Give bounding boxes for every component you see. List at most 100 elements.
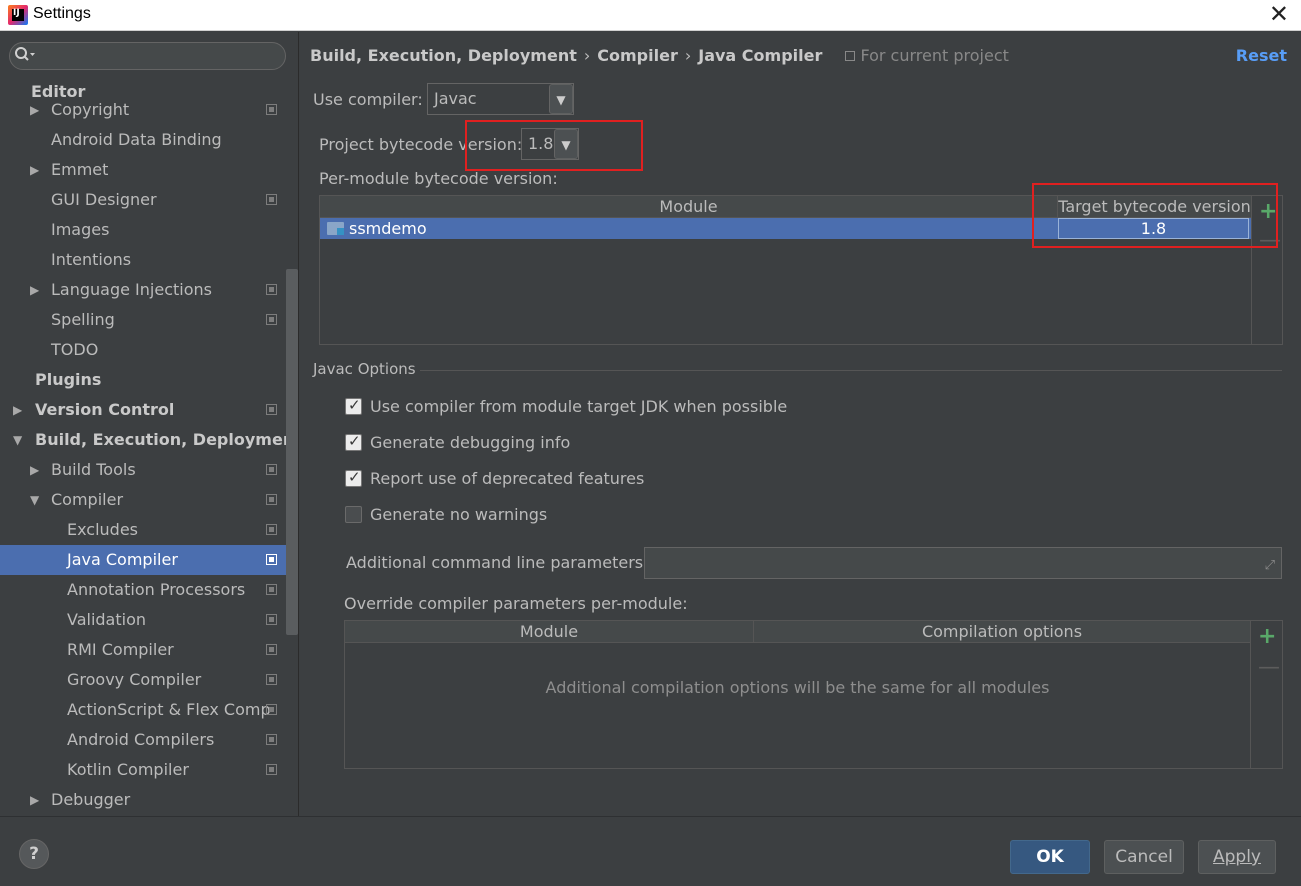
project-scope-icon: [266, 284, 277, 295]
checkbox-label: Generate no warnings: [370, 505, 548, 524]
checkbox-icon[interactable]: ✓: [345, 468, 362, 487]
checkbox-no-warnings[interactable]: Generate no warnings: [345, 505, 547, 527]
sidebar-item-version-control[interactable]: ▶ Version Control: [0, 395, 298, 425]
sidebar-item-build-tools[interactable]: ▶ Build Tools: [0, 455, 298, 485]
sidebar-item-label: RMI Compiler: [67, 640, 174, 659]
override-params-table[interactable]: Module Compilation options Additional co…: [344, 620, 1283, 769]
sidebar-item-kotlin-compiler[interactable]: Kotlin Compiler: [0, 755, 298, 785]
sidebar-item-label: Groovy Compiler: [67, 670, 202, 689]
sidebar-item-groovy-compiler[interactable]: Groovy Compiler: [0, 665, 298, 695]
sidebar-item-rmi-compiler[interactable]: RMI Compiler: [0, 635, 298, 665]
sidebar-scrollbar[interactable]: [286, 269, 298, 635]
sidebar-item-excludes[interactable]: Excludes: [0, 515, 298, 545]
sidebar-item-label: Language Injections: [51, 280, 212, 299]
ok-button[interactable]: OK: [1010, 840, 1090, 874]
column-header-module[interactable]: Module: [320, 196, 1057, 218]
sidebar-item-build-execution-deployment[interactable]: ▼ Build, Execution, Deployment: [0, 425, 299, 455]
sidebar-item-images[interactable]: Images: [0, 215, 298, 245]
window-title: Settings: [33, 5, 91, 22]
checkbox-icon[interactable]: [345, 506, 362, 523]
search-icon: [14, 45, 36, 69]
checkbox-icon[interactable]: ✓: [345, 396, 362, 415]
breadcrumb-separator: ›: [684, 46, 692, 65]
project-scope-icon: [266, 554, 277, 565]
javac-options-title: Javac Options: [313, 360, 416, 378]
collapse-arrow-icon[interactable]: ▼: [30, 485, 39, 515]
column-header-module[interactable]: Module: [345, 621, 753, 643]
reset-link[interactable]: Reset: [1236, 46, 1287, 65]
title-bar: IJ Settings ✕: [0, 0, 1301, 31]
checkbox-icon[interactable]: ✓: [345, 432, 362, 451]
sidebar-item-language-injections[interactable]: ▶ Language Injections: [0, 275, 298, 305]
sidebar-item-label: Build, Execution, Deployment: [35, 430, 299, 449]
sidebar-item-label: Kotlin Compiler: [67, 760, 189, 779]
additional-params-field[interactable]: ⤢: [644, 547, 1282, 579]
sidebar-item-plugins[interactable]: Plugins: [0, 365, 298, 395]
expand-arrow-icon[interactable]: ▶: [30, 155, 39, 185]
sidebar-item-label: GUI Designer: [51, 190, 157, 209]
sidebar-item-label: TODO: [51, 340, 99, 359]
search-input[interactable]: [44, 46, 274, 66]
sidebar-item-label: ActionScript & Flex Comp: [67, 700, 271, 719]
expand-arrow-icon[interactable]: ▶: [30, 275, 39, 305]
checkbox-use-module-jdk[interactable]: ✓ Use compiler from module target JDK whe…: [345, 396, 788, 419]
sidebar-item-android-data-binding[interactable]: Android Data Binding: [0, 125, 298, 155]
checkbox-generate-debug-info[interactable]: ✓ Generate debugging info: [345, 432, 571, 455]
add-override-icon[interactable]: +: [1258, 624, 1276, 649]
sidebar-item-label: Android Compilers: [67, 730, 215, 749]
remove-override-icon[interactable]: —: [1258, 655, 1280, 680]
project-scope-icon: [266, 194, 277, 205]
sidebar-item-label: Build Tools: [51, 460, 136, 479]
module-name: ssmdemo: [349, 219, 427, 238]
project-scope-icon: [266, 464, 277, 475]
use-compiler-select[interactable]: Javac ▼: [427, 83, 574, 115]
sidebar-item-label: Intentions: [51, 250, 132, 269]
help-button[interactable]: ?: [19, 839, 49, 869]
sidebar-item-emmet[interactable]: ▶ Emmet: [0, 155, 298, 185]
group-divider: [420, 370, 1282, 371]
project-scope-icon: [266, 524, 277, 535]
breadcrumb: Build, Execution, Deployment › Compiler › Ja…: [310, 46, 1009, 68]
expand-arrow-icon[interactable]: ▶: [13, 395, 22, 425]
sidebar-item-label: Images: [51, 220, 110, 239]
sidebar-item-annotation-processors[interactable]: Annotation Processors: [0, 575, 298, 605]
sidebar-section-editor[interactable]: Editor: [31, 82, 94, 101]
sidebar-item-label: Plugins: [35, 370, 102, 389]
sidebar-item-label: Debugger: [51, 790, 131, 809]
expand-icon[interactable]: ⤢: [1265, 558, 1275, 573]
sidebar-item-validation[interactable]: Validation: [0, 605, 298, 635]
apply-button[interactable]: Apply: [1198, 840, 1276, 874]
column-header-options[interactable]: Compilation options: [753, 621, 1250, 643]
scope-indicator: For current project: [845, 46, 1009, 65]
search-box[interactable]: [9, 42, 286, 70]
checkbox-report-deprecated[interactable]: ✓ Report use of deprecated features: [345, 468, 644, 491]
project-scope-icon: [266, 674, 277, 685]
sidebar-item-android-compilers[interactable]: Android Compilers: [0, 725, 298, 755]
expand-arrow-icon[interactable]: ▶: [30, 455, 39, 485]
close-icon[interactable]: ✕: [1269, 2, 1289, 26]
dropdown-arrow-icon[interactable]: ▼: [549, 84, 573, 114]
checkbox-label: Use compiler from module target JDK when…: [370, 397, 788, 416]
breadcrumb-item: Compiler: [597, 46, 678, 65]
table-divider: [1250, 621, 1251, 768]
sidebar-item-spelling[interactable]: Spelling: [0, 305, 298, 335]
sidebar-item-label: Emmet: [51, 160, 109, 179]
collapse-arrow-icon[interactable]: ▼: [13, 425, 22, 455]
checkbox-label: Generate debugging info: [370, 433, 571, 452]
cancel-button[interactable]: Cancel: [1104, 840, 1184, 874]
sidebar-item-actionscript-flex-comp[interactable]: ActionScript & Flex Comp: [0, 695, 298, 725]
per-module-label: Per-module bytecode version:: [319, 169, 558, 188]
dialog-footer: ? OK Cancel Apply: [0, 816, 1301, 886]
breadcrumb-item: Java Compiler: [698, 46, 823, 65]
expand-arrow-icon[interactable]: ▶: [30, 785, 39, 815]
sidebar-item-intentions[interactable]: Intentions: [0, 245, 298, 275]
sidebar-item-gui-designer[interactable]: GUI Designer: [0, 185, 298, 215]
sidebar-item-compiler[interactable]: ▼ Compiler: [0, 485, 298, 515]
sidebar-item-label: Compiler: [51, 490, 124, 509]
project-scope-icon: [266, 644, 277, 655]
sidebar-item-todo[interactable]: TODO: [0, 335, 298, 365]
sidebar-item-debugger[interactable]: ▶ Debugger: [0, 785, 298, 815]
project-scope-icon: [266, 494, 277, 505]
sidebar-item-label: Annotation Processors: [67, 580, 246, 599]
sidebar-item-java-compiler[interactable]: Java Compiler: [0, 545, 298, 575]
